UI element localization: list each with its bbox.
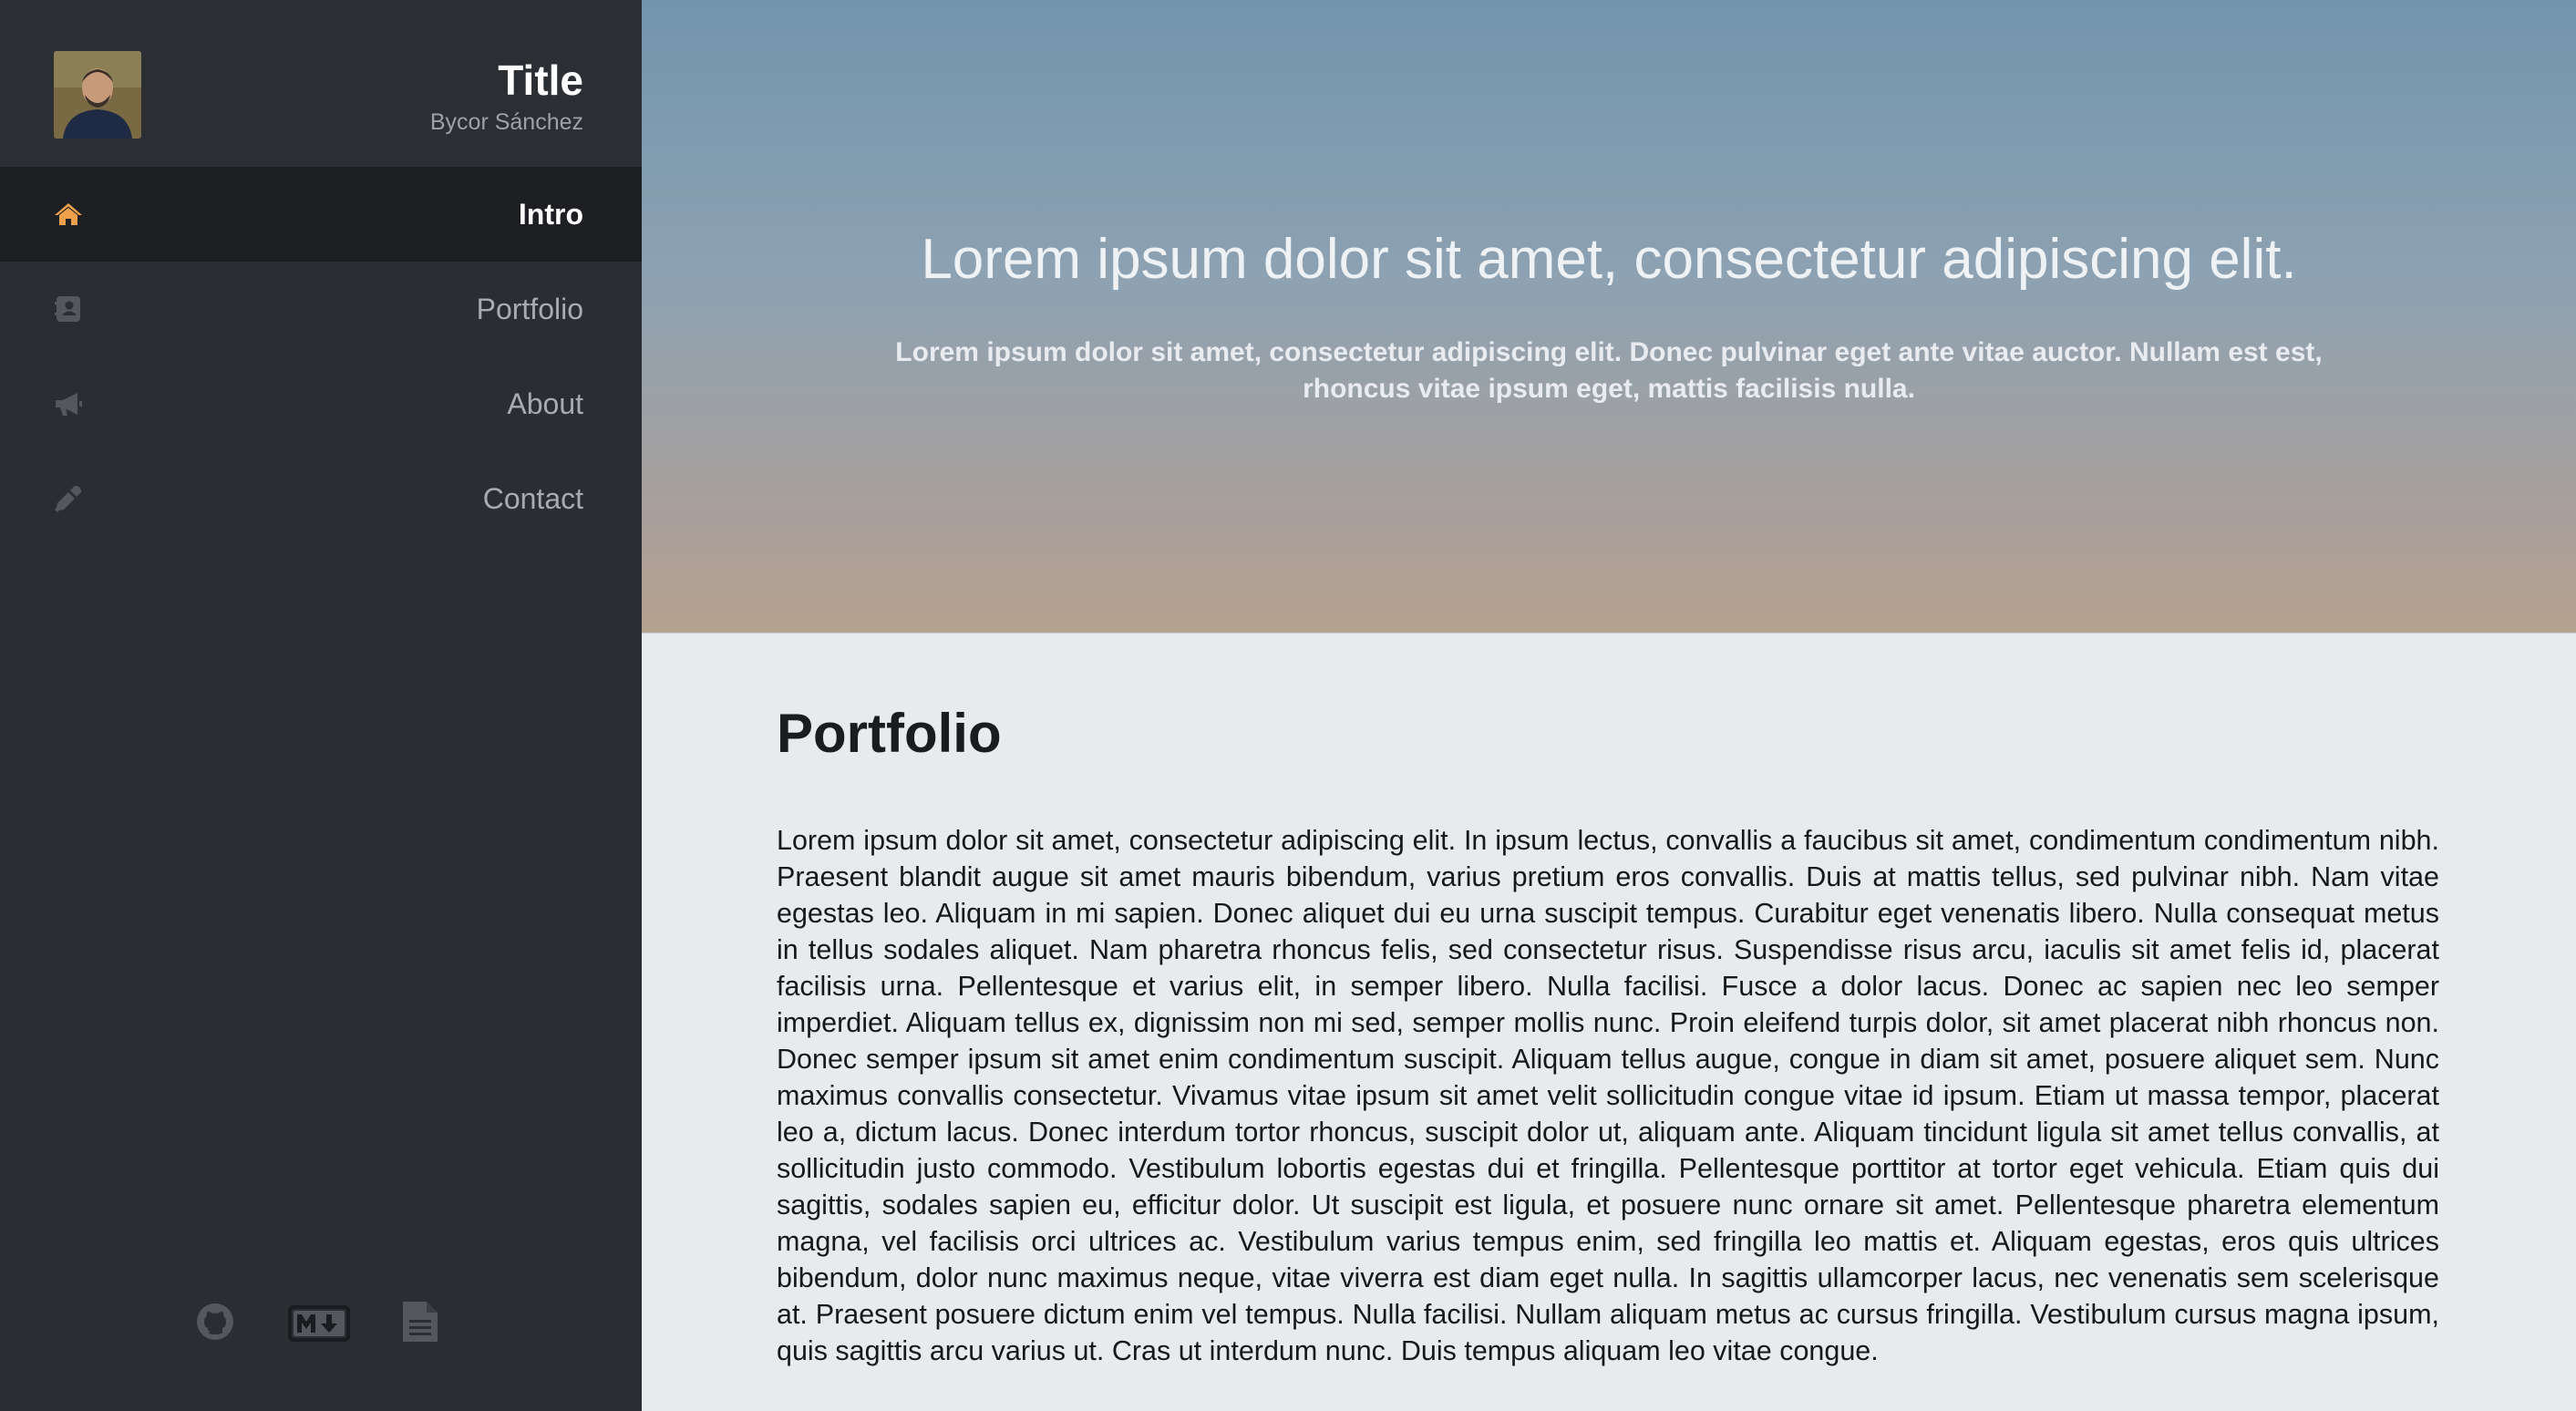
sidebar-header: Title Bycor Sánchez xyxy=(0,0,642,167)
nav-item-contact[interactable]: Contact xyxy=(0,451,642,546)
sidebar: Title Bycor Sánchez Intro Portfolio Abou… xyxy=(0,0,642,1411)
nav-item-about[interactable]: About xyxy=(0,356,642,451)
nav-item-portfolio[interactable]: Portfolio xyxy=(0,262,642,356)
nav-label-contact: Contact xyxy=(482,482,583,515)
eyedropper-icon xyxy=(52,482,85,515)
github-icon[interactable] xyxy=(195,1302,235,1346)
site-title: Title xyxy=(498,57,583,104)
hero-banner: Lorem ipsum dolor sit amet, consectetur … xyxy=(642,0,2576,633)
avatar[interactable] xyxy=(54,51,141,139)
nav-label-about: About xyxy=(507,387,583,420)
portfolio-section: Portfolio Lorem ipsum dolor sit amet, co… xyxy=(642,633,2576,1411)
nav-label-portfolio: Portfolio xyxy=(476,293,583,325)
markdown-icon[interactable] xyxy=(288,1305,350,1346)
nav-label-intro: Intro xyxy=(518,198,583,231)
section-body: Lorem ipsum dolor sit amet, consectetur … xyxy=(777,825,2439,1366)
hero-title: Lorem ipsum dolor sit amet, consectetur … xyxy=(921,228,2297,291)
sidebar-nav: Intro Portfolio About Contact xyxy=(0,167,642,546)
document-icon[interactable] xyxy=(401,1300,439,1348)
nav-item-intro[interactable]: Intro xyxy=(0,167,642,262)
megaphone-icon xyxy=(52,387,85,420)
site-subtitle: Bycor Sánchez xyxy=(429,109,583,135)
home-icon xyxy=(52,198,85,231)
hero-text: Lorem ipsum dolor sit amet, consectetur … xyxy=(895,337,2323,404)
sidebar-footer xyxy=(0,1294,642,1353)
section-title: Portfolio xyxy=(777,703,1002,764)
contact-book-icon xyxy=(52,293,85,325)
